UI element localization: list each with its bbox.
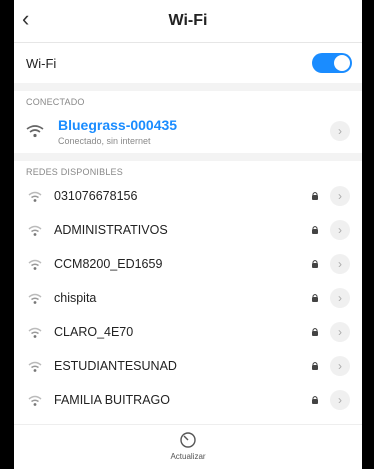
refresh-icon[interactable] xyxy=(178,430,198,450)
network-row[interactable]: ADMINISTRATIVOS › xyxy=(14,213,362,247)
network-name: 031076678156 xyxy=(54,189,138,203)
wifi-toggle[interactable] xyxy=(312,53,352,73)
lock-icon xyxy=(312,294,318,302)
wifi-signal-icon xyxy=(26,125,44,138)
wifi-settings-screen: ‹ Wi-Fi Wi-Fi CONECTADO Bluegrass-000435… xyxy=(14,0,362,469)
network-details-button[interactable]: › xyxy=(330,322,350,342)
network-details-button[interactable]: › xyxy=(330,356,350,376)
lock-icon xyxy=(312,226,318,234)
network-name: CCM8200_ED1659 xyxy=(54,257,163,271)
lock-icon xyxy=(312,192,318,200)
wifi-signal-icon xyxy=(28,259,42,270)
network-row[interactable]: CCM8200_ED1659 › xyxy=(14,247,362,281)
available-section-label: REDES DISPONIBLES xyxy=(26,167,123,177)
refresh-label[interactable]: Actualizar xyxy=(14,452,362,461)
connected-network-row[interactable]: Bluegrass-000435 Conectado, sin internet… xyxy=(14,109,362,161)
network-row[interactable]: ESTUDIANTESUNAD › xyxy=(14,349,362,383)
wifi-signal-icon xyxy=(28,327,42,338)
refresh-area[interactable]: Actualizar xyxy=(14,430,362,461)
connected-network-name: Bluegrass-000435 xyxy=(58,116,178,133)
network-row[interactable]: FAMILIA BUITRAGO › xyxy=(14,383,362,417)
network-name: ESTUDIANTESUNAD xyxy=(54,359,177,373)
connected-network-status: Conectado, sin internet xyxy=(58,135,151,146)
available-networks-list: 031076678156 › ADMINISTRATIVOS › CCM8200_ED1… xyxy=(14,179,362,417)
network-details-button[interactable]: › xyxy=(330,254,350,274)
connected-section-label: CONECTADO xyxy=(26,97,85,107)
wifi-signal-icon xyxy=(28,191,42,202)
network-row[interactable]: CLARO_4E70 › xyxy=(14,315,362,349)
wifi-toggle-label: Wi-Fi xyxy=(26,55,57,71)
network-details-button[interactable]: › xyxy=(330,390,350,410)
wifi-toggle-row: Wi-Fi xyxy=(14,43,362,91)
lock-icon xyxy=(312,260,318,268)
lock-icon xyxy=(312,328,318,336)
network-row[interactable]: 031076678156 › xyxy=(14,179,362,213)
toggle-knob xyxy=(334,55,350,71)
network-name: chispita xyxy=(54,291,97,305)
network-details-button[interactable]: › xyxy=(330,220,350,240)
lock-icon xyxy=(312,396,318,404)
wifi-signal-icon xyxy=(28,225,42,236)
wifi-signal-icon xyxy=(28,395,42,406)
network-name: FAMILIA BUITRAGO xyxy=(54,393,170,407)
network-details-button[interactable]: › xyxy=(330,186,350,206)
footer-divider xyxy=(14,424,362,425)
lock-icon xyxy=(312,362,318,370)
network-details-button[interactable]: › xyxy=(330,288,350,308)
connected-network-text: Bluegrass-000435 Conectado, sin internet xyxy=(58,117,177,146)
header: ‹ Wi-Fi xyxy=(14,0,362,43)
page-title: Wi-Fi xyxy=(168,12,208,29)
wifi-signal-icon xyxy=(28,293,42,304)
network-name: ADMINISTRATIVOS xyxy=(54,223,168,237)
connected-network-details-button[interactable]: › xyxy=(330,121,350,141)
network-name: CLARO_4E70 xyxy=(54,325,134,339)
wifi-signal-icon xyxy=(28,361,42,372)
network-row[interactable]: chispita › xyxy=(14,281,362,315)
